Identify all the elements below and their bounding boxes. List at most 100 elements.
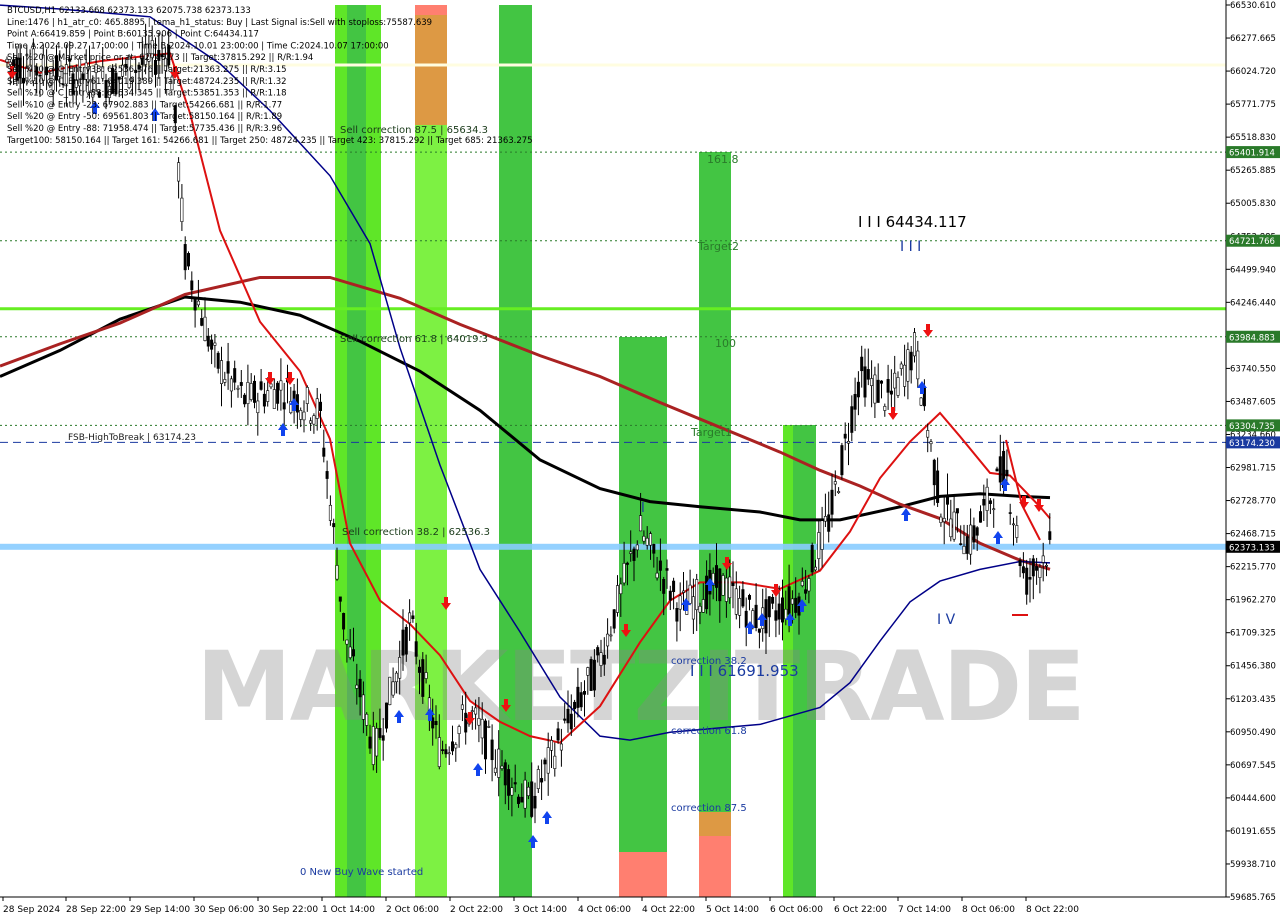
candle-body <box>328 504 332 521</box>
candle-body <box>513 782 517 785</box>
target2-label: Target2 <box>697 240 739 253</box>
price-tag: 64721.766 <box>1226 234 1280 247</box>
candle-body <box>856 381 860 398</box>
candle-body <box>596 647 600 656</box>
price-tick-label: 61203.435 <box>1230 695 1276 705</box>
candle-body <box>705 575 709 610</box>
candle-body <box>912 332 916 357</box>
candle-body <box>533 795 537 809</box>
sell-correction-382-label: Sell correction 38.2 | 62536.3 <box>342 527 490 538</box>
candle-body <box>507 769 511 796</box>
time-tick-label: 3 Oct 14:00 <box>514 905 567 915</box>
time-tick-label: 5 Oct 14:00 <box>706 905 759 915</box>
correction-875-label: correction 87.5 <box>671 803 747 814</box>
candle-body <box>177 162 181 182</box>
candle-body <box>622 563 626 584</box>
candle-body <box>503 762 507 786</box>
price-tick-label: 59938.710 <box>1230 860 1276 870</box>
candle-body <box>741 589 745 607</box>
candle-body <box>483 720 487 760</box>
header-line: Target100: 58150.164 || Target 161: 5426… <box>6 136 533 146</box>
price-chart[interactable]: MARKETZITRADE Sell correction 87.5 | 6563… <box>0 0 1280 920</box>
candle-body <box>394 672 398 683</box>
candle-body <box>187 253 191 267</box>
candle-body <box>724 577 728 602</box>
candle-body <box>411 615 415 619</box>
candle-body <box>536 769 540 789</box>
candle-body <box>342 613 346 630</box>
candle-body <box>398 657 402 679</box>
zone-2-cap <box>415 5 447 15</box>
candle-body <box>299 410 303 420</box>
wave-i-mark: I <box>641 501 645 516</box>
candle-body <box>916 350 920 380</box>
price-tag-label: 63174.230 <box>1229 439 1275 449</box>
wave-iv-mark: I V <box>937 612 956 628</box>
candle-body <box>949 518 953 538</box>
candle-body <box>830 489 834 515</box>
candle-body <box>632 548 636 561</box>
price-tag-label: 64721.766 <box>1229 237 1275 247</box>
candle-body <box>771 596 775 604</box>
candle-body <box>879 380 883 384</box>
candle-body <box>200 318 204 326</box>
candle-body <box>477 718 481 726</box>
candle-body <box>408 612 412 624</box>
fsb-high-label: FSB-HighToBreak | 63174.23 <box>68 433 196 443</box>
candle-body <box>266 390 270 402</box>
zone-4-salmon <box>619 852 667 897</box>
candle-body <box>259 381 263 390</box>
candle-body <box>718 568 722 602</box>
candle-body <box>665 568 669 571</box>
candle-body <box>969 524 973 555</box>
candle-body <box>276 382 280 404</box>
candle-body <box>804 589 808 594</box>
price-tick-label: 61709.325 <box>1230 629 1276 639</box>
price-tag: 63984.883 <box>1226 330 1280 343</box>
price-tick-label: 59685.765 <box>1230 893 1276 903</box>
candle-body <box>612 609 616 629</box>
candle-body <box>1011 523 1015 526</box>
candle-body <box>368 736 372 749</box>
price-tick-label: 60697.545 <box>1230 761 1276 771</box>
candle-body <box>282 402 286 410</box>
target1-label: Target1 <box>690 426 732 439</box>
candle-body <box>345 639 349 645</box>
candle-body <box>790 598 794 605</box>
target-100-label: 100 <box>715 337 736 350</box>
candle-body <box>1008 512 1012 514</box>
candle-body <box>523 779 527 809</box>
candle-body <box>846 441 850 444</box>
candle-body <box>1031 558 1035 577</box>
candle-body <box>794 597 798 613</box>
time-tick-label: 2 Oct 06:00 <box>386 905 439 915</box>
candle-body <box>843 433 847 439</box>
candle-body <box>1025 567 1029 595</box>
candle-body <box>576 686 580 708</box>
candle-body <box>569 713 573 730</box>
candle-body <box>678 595 682 610</box>
price-tag-label: 63304.735 <box>1229 422 1275 432</box>
candle-body <box>220 360 224 384</box>
candle-body <box>1028 577 1032 580</box>
price-tag: 65401.914 <box>1226 146 1280 159</box>
candle-body <box>721 575 725 596</box>
candle-body <box>553 755 557 769</box>
candle-body <box>272 389 276 409</box>
candle-body <box>820 520 824 550</box>
candle-body <box>886 379 890 393</box>
candle-body <box>1015 525 1019 538</box>
candle-body <box>645 537 649 546</box>
candle-body <box>691 596 695 620</box>
candle-body <box>955 508 959 514</box>
candle-body <box>487 726 491 728</box>
candle-body <box>767 596 771 618</box>
time-tick-label: 28 Sep 2024 <box>3 905 60 915</box>
candle-body <box>698 605 702 613</box>
header-line: Sell %10 @ C_Entry38: 62536.376 || Targe… <box>7 65 287 75</box>
candle-body <box>325 471 329 479</box>
candle-body <box>919 397 923 406</box>
candle-body <box>441 749 445 752</box>
chart-window: MARKETZITRADE Sell correction 87.5 | 6563… <box>0 0 1280 920</box>
candle-body <box>675 608 679 622</box>
